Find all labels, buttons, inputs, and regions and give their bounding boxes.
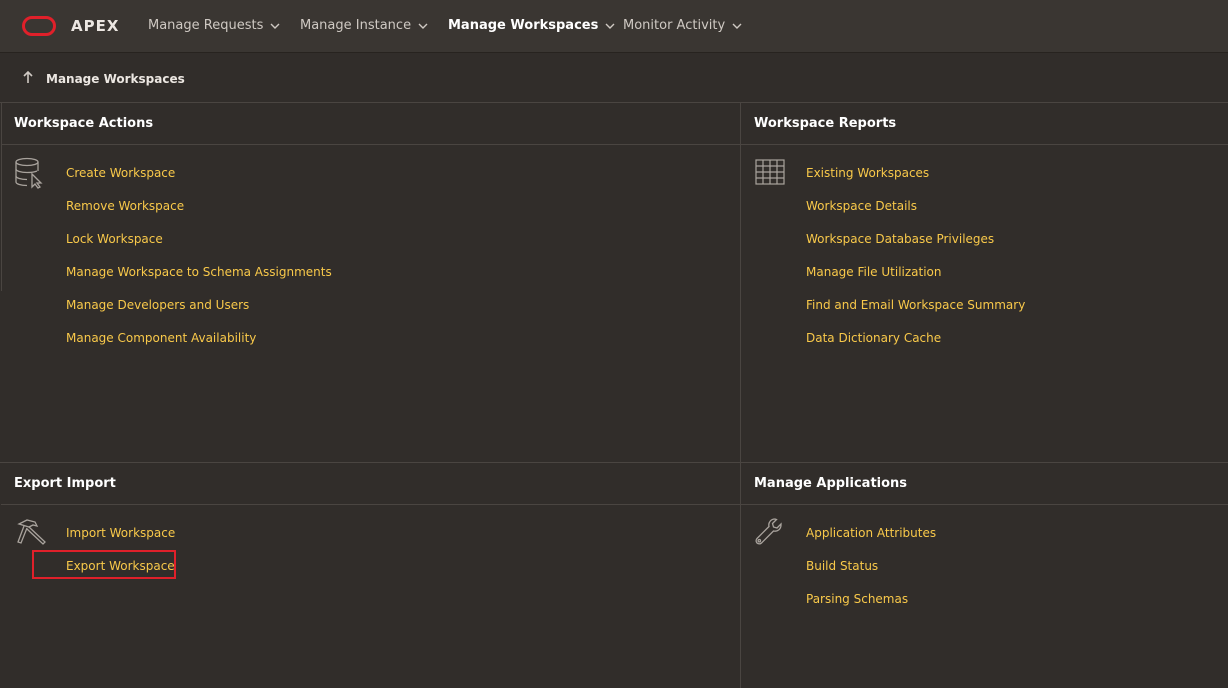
- nav-label: Monitor Activity: [623, 18, 726, 33]
- nav-manage-requests[interactable]: Manage Requests: [148, 18, 280, 33]
- region-header: Workspace Reports: [741, 103, 1228, 145]
- link-create-workspace[interactable]: Create Workspace: [66, 166, 175, 180]
- region-workspace-reports: Workspace Reports: [741, 103, 1228, 462]
- link-import-workspace[interactable]: Import Workspace: [66, 526, 175, 540]
- link-manage-developers-users[interactable]: Manage Developers and Users: [66, 298, 249, 312]
- nav-manage-workspaces[interactable]: Manage Workspaces: [448, 18, 615, 33]
- app-brand[interactable]: APEX: [71, 17, 119, 35]
- region-manage-applications: Manage Applications: [741, 463, 1228, 688]
- hammer-icon: [17, 519, 46, 545]
- nav-manage-instance[interactable]: Manage Instance: [300, 18, 428, 33]
- link-manage-component-availability[interactable]: Manage Component Availability: [66, 331, 256, 345]
- breadcrumb: Manage Workspaces: [46, 72, 185, 86]
- nav-monitor-activity[interactable]: Monitor Activity: [623, 18, 742, 33]
- region-header: Manage Applications: [741, 463, 1228, 505]
- chevron-down-icon: [605, 23, 615, 29]
- region-header: Export Import: [1, 463, 740, 505]
- nav-label: Manage Instance: [300, 18, 412, 33]
- link-find-email-workspace-summary[interactable]: Find and Email Workspace Summary: [806, 298, 1025, 312]
- nav-label: Manage Requests: [148, 18, 264, 33]
- link-parsing-schemas[interactable]: Parsing Schemas: [806, 592, 908, 606]
- link-lock-workspace[interactable]: Lock Workspace: [66, 232, 163, 246]
- nav-label: Manage Workspaces: [448, 18, 599, 33]
- top-navigation-bar: APEX Manage Requests Manage Instance Man…: [0, 0, 1228, 53]
- chevron-down-icon: [418, 23, 428, 29]
- wrench-icon: [755, 518, 782, 545]
- link-application-attributes[interactable]: Application Attributes: [806, 526, 936, 540]
- link-remove-workspace[interactable]: Remove Workspace: [66, 199, 184, 213]
- region-title: Workspace Reports: [754, 116, 897, 131]
- highlight-box: [32, 550, 176, 579]
- link-build-status[interactable]: Build Status: [806, 559, 878, 573]
- chevron-down-icon: [270, 23, 280, 29]
- link-existing-workspaces[interactable]: Existing Workspaces: [806, 166, 929, 180]
- arrow-up-icon[interactable]: [22, 70, 34, 84]
- region-title: Export Import: [14, 476, 116, 491]
- link-manage-workspace-schema[interactable]: Manage Workspace to Schema Assignments: [66, 265, 332, 279]
- database-cursor-icon: [15, 157, 43, 189]
- region-header: Workspace Actions: [1, 103, 740, 145]
- link-workspace-database-privileges[interactable]: Workspace Database Privileges: [806, 232, 994, 246]
- oracle-logo-icon[interactable]: [22, 16, 56, 36]
- region-workspace-actions: Workspace Actions: [1, 103, 740, 462]
- region-title: Manage Applications: [754, 476, 908, 491]
- chevron-down-icon: [732, 23, 742, 29]
- link-workspace-details[interactable]: Workspace Details: [806, 199, 917, 213]
- link-manage-file-utilization[interactable]: Manage File Utilization: [806, 265, 942, 279]
- region-title: Workspace Actions: [14, 116, 154, 131]
- link-data-dictionary-cache[interactable]: Data Dictionary Cache: [806, 331, 941, 345]
- table-grid-icon: [755, 159, 785, 185]
